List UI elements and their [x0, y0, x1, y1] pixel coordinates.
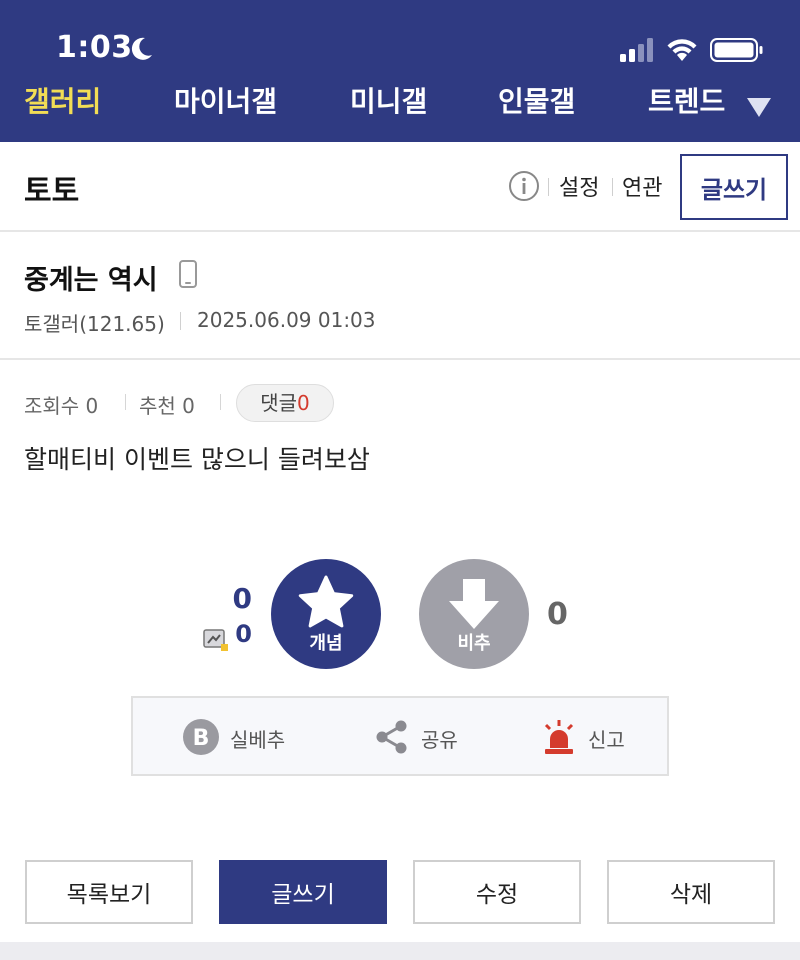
nav-item-minor-gallery[interactable]: 마이너갤 [174, 80, 277, 120]
edit-button[interactable]: 수정 [413, 860, 581, 924]
downvote-count: 0 [547, 597, 568, 632]
related-link[interactable]: 연관 [622, 170, 662, 202]
post-date: 2025.06.09 01:03 [197, 308, 376, 332]
nav-item-mini-gallery[interactable]: 미니갤 [350, 80, 427, 120]
upvote-button[interactable]: 개념 [271, 559, 381, 669]
star-icon [298, 575, 354, 628]
delete-button[interactable]: 삭제 [607, 860, 775, 924]
nav-item-trend[interactable]: 트렌드 [648, 80, 725, 120]
recommend-count: 추천 0 [139, 394, 195, 418]
moon-icon [131, 37, 152, 60]
divider [180, 312, 181, 330]
share-label: 공유 [421, 728, 458, 752]
fixed-user-upvote-count: 0 [235, 620, 252, 648]
nav-item-gallery[interactable]: 갤러리 [24, 80, 101, 120]
siren-icon [544, 720, 574, 754]
gallery-title[interactable]: 토토 [24, 166, 79, 210]
write-button-bottom[interactable]: 글쓰기 [219, 860, 387, 924]
divider [125, 394, 126, 410]
cellular-signal-icon [620, 38, 653, 62]
downvote-button[interactable]: 비추 [419, 559, 529, 669]
battery-icon [710, 38, 763, 62]
comment-label: 댓글 [260, 391, 298, 415]
wifi-icon [667, 39, 697, 61]
comment-count-button[interactable]: 댓글0 [236, 384, 334, 422]
best-recommend-label: 실베추 [230, 728, 286, 752]
settings-link[interactable]: 설정 [559, 170, 599, 202]
arrow-down-icon [449, 579, 499, 629]
report-label: 신고 [588, 728, 625, 752]
triangle-down-icon[interactable] [746, 96, 772, 118]
post-header: 중계는 역시 토갤러(121.65) 2025.06.09 01:03 [0, 232, 800, 360]
divider [612, 178, 613, 196]
svg-text:B: B [193, 726, 210, 751]
info-icon[interactable] [508, 170, 540, 202]
top-bar: 1:03 갤러리 마이너갤 미니갤 인물갤 트렌드 [0, 0, 800, 142]
gallery-nav: 갤러리 마이너갤 미니갤 인물갤 트렌드 [0, 80, 800, 120]
upvote-count: 0 [232, 582, 252, 615]
nav-item-person-gallery[interactable]: 인물갤 [498, 80, 575, 120]
share-icon [376, 720, 407, 754]
comment-count: 0 [297, 391, 310, 415]
fixed-user-icon [203, 629, 228, 651]
downvote-label: 비추 [457, 633, 491, 653]
b-badge-icon: B [183, 719, 219, 755]
post-body: 할매티비 이벤트 많으니 들려보삼 [24, 445, 370, 474]
status-time: 1:03 [56, 30, 133, 65]
list-view-button[interactable]: 목록보기 [25, 860, 193, 924]
post-action-bar: B 실베추 공유 신고 [131, 696, 669, 776]
mobile-phone-icon [179, 260, 197, 288]
divider [220, 394, 221, 410]
footer-divider [0, 942, 800, 960]
upvote-label: 개념 [309, 633, 343, 653]
write-button-top[interactable]: 글쓰기 [680, 154, 788, 220]
divider [548, 178, 549, 196]
post-author[interactable]: 토갤러(121.65) [24, 308, 165, 337]
view-count: 조회수 0 [24, 394, 99, 418]
post-title: 중계는 역시 [24, 265, 158, 296]
gallery-header: 토토 설정 연관 글쓰기 [0, 142, 800, 232]
